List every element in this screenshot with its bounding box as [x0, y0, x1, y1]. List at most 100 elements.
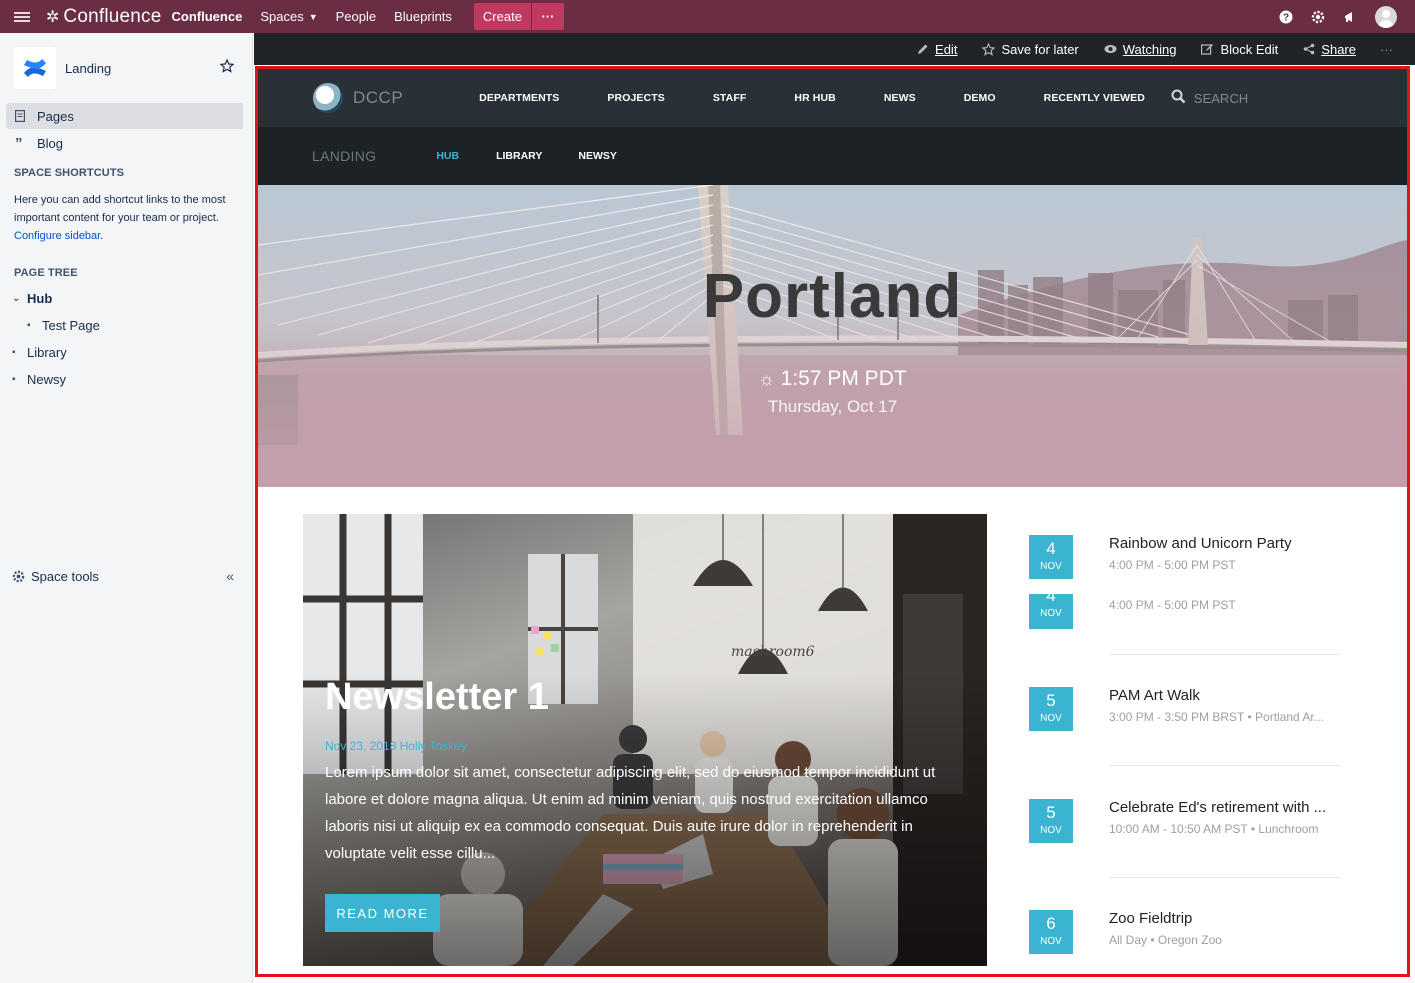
- tree-item-newsy[interactable]: ▪ Newsy: [0, 366, 252, 393]
- configure-sidebar-link[interactable]: Configure sidebar: [14, 230, 100, 242]
- nav-people[interactable]: People: [336, 9, 376, 24]
- hero-banner: Portland ☼ 1:57 PM PDT Thursday, Oct 17: [258, 185, 1407, 487]
- event-day: 5: [1046, 691, 1056, 710]
- nav-blueprints[interactable]: Blueprints: [394, 9, 452, 24]
- event-month: NOV: [1040, 936, 1062, 947]
- section-title: LANDING: [312, 148, 377, 164]
- menu-demo[interactable]: DEMO: [964, 92, 996, 104]
- event-separator: [1109, 765, 1340, 766]
- user-avatar[interactable]: [1375, 5, 1397, 28]
- gear-icon: [12, 570, 25, 583]
- dccp-menu: DEPARTMENTS PROJECTS STAFF HR HUB NEWS D…: [479, 92, 1193, 104]
- newsletter-meta: Nov 23, 2018 Holly Toskey: [325, 739, 467, 753]
- space-tools[interactable]: Space tools «: [12, 568, 234, 584]
- subnav-library[interactable]: LIBRARY: [496, 150, 542, 162]
- share-icon: [1303, 43, 1315, 55]
- hero-time-label: 1:57 PM PDT: [780, 367, 907, 390]
- event-separator: [1109, 877, 1340, 878]
- hero-time: ☼ 1:57 PM PDT: [258, 367, 1407, 391]
- dccp-logo-icon: [313, 83, 343, 113]
- menu-icon[interactable]: [14, 10, 30, 24]
- search-label: SEARCH: [1193, 90, 1249, 106]
- menu-projects[interactable]: PROJECTS: [607, 92, 664, 104]
- save-for-later-button[interactable]: Save for later: [982, 41, 1079, 57]
- event-month: NOV: [1040, 608, 1062, 619]
- event-title[interactable]: Zoo Fieldtrip: [1109, 910, 1349, 927]
- tree-item-test-page-label: Test Page: [42, 318, 100, 333]
- event-date-badge: 5 NOV: [1029, 687, 1073, 731]
- space-name[interactable]: Landing: [65, 61, 111, 76]
- event-subtitle: 10:00 AM - 10:50 AM PST • Lunchroom: [1109, 822, 1319, 836]
- star-outline-icon: [982, 42, 996, 56]
- event-subtitle: 3:00 PM - 3:50 PM BRST • Portland Ar...: [1109, 710, 1324, 724]
- tree-item-test-page[interactable]: ▪ Test Page: [0, 312, 252, 339]
- edit-button[interactable]: Edit: [917, 42, 957, 57]
- event-title[interactable]: Celebrate Ed's retirement with ...: [1109, 799, 1349, 816]
- menu-hr-hub[interactable]: HR HUB: [794, 92, 835, 104]
- share-label: Share: [1321, 41, 1356, 57]
- read-more-button[interactable]: READ MORE: [325, 894, 440, 932]
- dccp-logo[interactable]: DCCP: [313, 83, 403, 113]
- tree-item-hub-label: Hub: [27, 291, 53, 306]
- subnav-hub[interactable]: HUB: [436, 150, 459, 162]
- event-date-badge: 5 NOV: [1029, 799, 1073, 843]
- newsletter-title[interactable]: Newsletter 1: [325, 676, 549, 719]
- bullet-icon: ▪: [12, 374, 16, 385]
- space-tools-label: Space tools: [31, 568, 99, 584]
- star-icon[interactable]: [219, 58, 235, 78]
- confluence-logo-icon: ✲: [46, 8, 60, 26]
- create-button[interactable]: Create: [473, 3, 531, 30]
- tree-item-newsy-label: Newsy: [27, 372, 67, 387]
- pencil-icon: [917, 43, 929, 55]
- confluence-logo[interactable]: ✲ Confluence: [46, 6, 162, 28]
- page-tree-heading: PAGE TREE: [14, 267, 78, 279]
- event-title[interactable]: PAM Art Walk: [1109, 687, 1349, 704]
- notifications-megaphone-icon[interactable]: [1343, 10, 1357, 24]
- more-actions-button[interactable]: ···: [1380, 42, 1393, 57]
- menu-recently-viewed[interactable]: RECENTLY VIEWED: [1044, 92, 1145, 104]
- space-shortcuts-text: Here you can add shortcut links to the m…: [14, 194, 226, 242]
- page-icon: [15, 110, 29, 122]
- event-day: 5: [1046, 803, 1056, 822]
- watching-button[interactable]: Watching: [1104, 41, 1177, 57]
- block-edit-icon: [1201, 43, 1214, 55]
- sidebar-link-blog[interactable]: ” Blog: [6, 130, 243, 156]
- space-header: Landing: [0, 33, 252, 103]
- help-icon[interactable]: ?: [1279, 10, 1293, 24]
- save-for-later-label: Save for later: [1001, 41, 1079, 57]
- top-navigation-bar: ✲ Confluence Confluence Spaces ▼ People …: [0, 0, 1415, 33]
- tree-item-library-label: Library: [27, 345, 67, 360]
- event-month: NOV: [1040, 825, 1062, 836]
- create-more-button[interactable]: ···: [531, 3, 564, 30]
- share-button[interactable]: Share: [1303, 42, 1356, 57]
- newsletter-card[interactable]: mashroom6 Newsletter 1 Nov 23, 2018 Holl…: [303, 514, 987, 966]
- sidebar-link-pages[interactable]: Pages: [6, 103, 243, 129]
- search-icon: [1171, 89, 1186, 107]
- page-toolbar: Edit Save for later Watching Block Edit …: [254, 33, 1415, 65]
- tree-item-library[interactable]: ▪ Library: [0, 339, 252, 366]
- shortcuts-description: Here you can add shortcut links to the m…: [14, 194, 226, 224]
- dccp-search[interactable]: SEARCH: [1171, 89, 1248, 107]
- event-subtitle: 4:00 PM - 5:00 PM PST: [1109, 558, 1236, 572]
- edit-label: Edit: [935, 41, 958, 57]
- site-name[interactable]: Confluence: [172, 9, 243, 24]
- collapse-sidebar-icon[interactable]: «: [226, 568, 234, 584]
- tree-item-hub[interactable]: ⌄ Hub: [0, 285, 252, 312]
- menu-news[interactable]: NEWS: [884, 92, 916, 104]
- block-edit-button[interactable]: Block Edit: [1201, 42, 1278, 57]
- event-title[interactable]: Rainbow and Unicorn Party: [1109, 535, 1349, 552]
- event-month: NOV: [1040, 561, 1062, 572]
- event-day: 6: [1046, 914, 1056, 933]
- dccp-brand: DCCP: [353, 88, 404, 107]
- settings-gear-icon[interactable]: [1311, 10, 1325, 24]
- menu-departments[interactable]: DEPARTMENTS: [479, 92, 559, 104]
- hero-date: Thursday, Oct 17: [767, 397, 898, 416]
- page-content: DCCP DEPARTMENTS PROJECTS STAFF HR HUB N…: [254, 65, 1415, 983]
- nav-spaces[interactable]: Spaces ▼: [260, 9, 317, 24]
- event-separator: [1109, 654, 1340, 655]
- subnav-newsy[interactable]: NEWSY: [578, 150, 617, 162]
- chevron-down-icon[interactable]: ⌄: [12, 293, 22, 304]
- watching-label: Watching: [1122, 41, 1177, 57]
- menu-staff[interactable]: STAFF: [713, 92, 747, 104]
- space-logo[interactable]: [14, 47, 56, 89]
